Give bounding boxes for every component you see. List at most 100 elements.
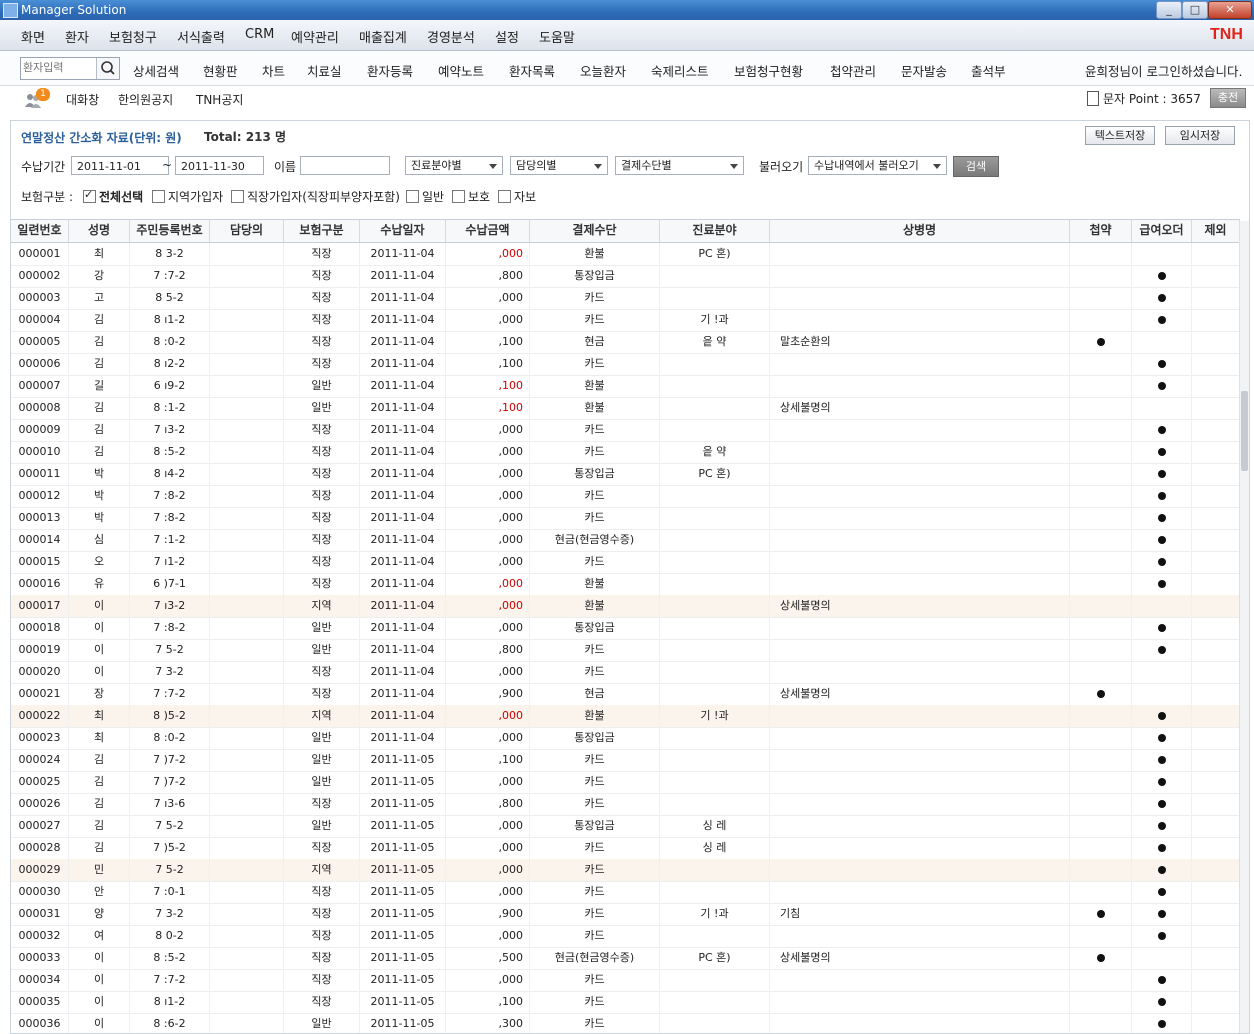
field-dropdown[interactable]: 진료분야별 [405, 156, 503, 175]
select-all-checkbox[interactable] [83, 188, 96, 203]
search-submit-button[interactable]: 검색 [953, 156, 999, 177]
col-insurance[interactable]: 보험구분 [284, 220, 360, 242]
menu-patient[interactable]: 환자 [65, 27, 89, 46]
menu-analysis[interactable]: 경영분석 [427, 27, 475, 46]
protection-checkbox[interactable] [452, 190, 465, 203]
clinic-notice-link[interactable]: 한의원공지 [118, 91, 173, 108]
table-row[interactable]: 000007 길 6 ı9-2 일반 2011-11-04,100 환불 [11, 375, 1240, 398]
col-rrn[interactable]: 주민등록번호 [130, 220, 210, 242]
chat-users-icon[interactable]: 1 [24, 88, 50, 109]
table-row[interactable]: 000036 이 8 :6-2 일반 2011-11-05,300 카드 [11, 1013, 1240, 1033]
minimize-button[interactable]: _ [1156, 1, 1182, 19]
tool-reservation-note[interactable]: 예약노트 [438, 61, 484, 80]
table-row[interactable]: 000020 이 7 3-2 직장 2011-11-04,000 카드 [11, 661, 1240, 684]
menu-crm[interactable]: CRM [245, 27, 274, 42]
general-checkbox[interactable] [406, 190, 419, 203]
load-dropdown[interactable]: 수납내역에서 불러오기 [808, 156, 947, 175]
tool-chart[interactable]: 차트 [262, 61, 285, 80]
table-row[interactable]: 000011 박 8 ı4-2 직장 2011-11-04,000 통장입금 PC 혼) [11, 463, 1240, 486]
table-row[interactable]: 000023 최 8 :0-2 일반 2011-11-04,000 통장입금 [11, 727, 1240, 750]
payment-dropdown[interactable]: 결제수단별 [615, 156, 744, 175]
tool-status-board[interactable]: 현황판 [203, 61, 238, 80]
col-name[interactable]: 성명 [69, 220, 130, 242]
menu-screen[interactable]: 화면 [21, 27, 45, 46]
menu-form-print[interactable]: 서식출력 [177, 27, 225, 46]
tool-patient-register[interactable]: 환자등록 [367, 61, 413, 80]
tool-detail-search[interactable]: 상세검색 [133, 61, 179, 80]
patient-search-input[interactable] [23, 60, 93, 75]
charge-button[interactable]: 충전 [1210, 88, 1246, 108]
tool-herbal-management[interactable]: 첩약관리 [830, 61, 876, 80]
table-row[interactable]: 000014 심 7 :1-2 직장 2011-11-04,000 현금(현금영수증) [11, 529, 1240, 552]
auto-insurance-checkbox[interactable] [498, 190, 511, 203]
menu-settings[interactable]: 설정 [495, 27, 519, 46]
table-row[interactable]: 000028 김 7 )5-2 직장 2011-11-05,000 카드 싱 레 [11, 837, 1240, 860]
table-row[interactable]: 000012 박 7 :8-2 직장 2011-11-04,000 카드 [11, 485, 1240, 508]
temp-save-button[interactable]: 임시저장 [1165, 126, 1235, 145]
table-row[interactable]: 000005 김 8 :0-2 직장 2011-11-04,100 현금 읕 약 말초순환의 [11, 331, 1240, 354]
tool-treatment-room[interactable]: 치료실 [307, 61, 342, 80]
col-field[interactable]: 진료분야 [660, 220, 770, 242]
table-row[interactable]: 000034 이 7 :7-2 직장 2011-11-05,000 카드 [11, 969, 1240, 992]
table-row[interactable]: 000029 민 7 5-2 지역 2011-11-05,000 카드 [11, 859, 1240, 882]
table-row[interactable]: 000022 최 8 )5-2 지역 2011-11-04,000 환불 기 !과 [11, 705, 1240, 728]
tool-claim-status[interactable]: 보험청구현황 [734, 61, 803, 80]
menu-sales[interactable]: 매출집계 [359, 27, 407, 46]
table-row[interactable]: 000006 김 8 ı2-2 직장 2011-11-04,100 카드 [11, 353, 1240, 376]
table-row[interactable]: 000026 김 7 ı3-6 직장 2011-11-05,800 카드 [11, 793, 1240, 816]
col-exclude[interactable]: 제외 [1192, 220, 1240, 242]
tool-attendance[interactable]: 출석부 [971, 61, 1006, 80]
col-serial[interactable]: 일련번호 [11, 220, 69, 242]
menu-insurance-claim[interactable]: 보험청구 [109, 27, 157, 46]
col-doctor[interactable]: 담당의 [210, 220, 284, 242]
table-row[interactable]: 000004 김 8 ı1-2 직장 2011-11-04,000 카드 기 !과 [11, 309, 1240, 332]
tool-today-patients[interactable]: 오늘환자 [580, 61, 626, 80]
table-row[interactable]: 000019 이 7 5-2 일반 2011-11-04,800 카드 [11, 639, 1240, 662]
text-save-button[interactable]: 텍스트저장 [1085, 126, 1155, 145]
tool-homework-list[interactable]: 숙제리스트 [651, 61, 709, 80]
table-row[interactable]: 000015 오 7 ı1-2 직장 2011-11-04,000 카드 [11, 551, 1240, 574]
table-row[interactable]: 000027 김 7 5-2 일반 2011-11-05,000 통장입금 싱 레 [11, 815, 1240, 838]
menu-reservation[interactable]: 예약관리 [291, 27, 339, 46]
table-row[interactable]: 000008 김 8 :1-2 일반 2011-11-04,100 환불 상세불명의 [11, 397, 1240, 420]
scroll-thumb[interactable] [1241, 391, 1248, 471]
workplace-checkbox[interactable] [231, 190, 244, 203]
table-row[interactable]: 000033 이 8 :5-2 직장 2011-11-05,500 현금(현금영수증) PC… [11, 947, 1240, 970]
table-row[interactable]: 000010 김 8 :5-2 직장 2011-11-04,000 카드 읕 약 [11, 441, 1240, 464]
table-row[interactable]: 000021 장 7 :7-2 직장 2011-11-04,900 현금 상세불명의 [11, 683, 1240, 706]
table-row[interactable]: 000030 안 7 :0-1 직장 2011-11-05,000 카드 [11, 881, 1240, 904]
tool-sms-send[interactable]: 문자발송 [901, 61, 947, 80]
date-from-field[interactable]: 2011-11-01 [71, 156, 169, 175]
vertical-scrollbar[interactable] [1239, 221, 1249, 1033]
table-row[interactable]: 000001 최 8 3-2 직장 2011-11-04,000 환불 PC 혼) [11, 243, 1240, 266]
col-amount[interactable]: 수납금액 [446, 220, 530, 242]
col-payment[interactable]: 결제수단 [530, 220, 660, 242]
table-row[interactable]: 000003 고 8 5-2 직장 2011-11-04,000 카드 [11, 287, 1240, 310]
table-row[interactable]: 000025 김 7 )7-2 일반 2011-11-05,000 카드 [11, 771, 1240, 794]
table-row[interactable]: 000016 유 6 )7-1 직장 2011-11-04,000 환불 [11, 573, 1240, 596]
col-herbal[interactable]: 첩약 [1070, 220, 1132, 242]
maximize-button[interactable]: □ [1182, 1, 1208, 19]
table-row[interactable]: 000032 여 8 0-2 직장 2011-11-05,000 카드 [11, 925, 1240, 948]
doctor-dropdown[interactable]: 담당의별 [510, 156, 608, 175]
table-row[interactable]: 000002 강 7 :7-2 직장 2011-11-04,800 통장입금 [11, 265, 1240, 288]
search-button[interactable] [96, 58, 119, 79]
regional-checkbox[interactable] [152, 190, 165, 203]
table-row[interactable]: 000031 양 7 3-2 직장 2011-11-05,900 카드 기 !과 기침 [11, 903, 1240, 926]
col-date[interactable]: 수납일자 [360, 220, 446, 242]
table-row[interactable]: 000017 이 7 ı3-2 지역 2011-11-04,000 환불 상세불명의 [11, 595, 1240, 618]
col-order[interactable]: 급여오더 [1132, 220, 1192, 242]
tnh-notice-link[interactable]: TNH공지 [196, 91, 243, 108]
tool-patient-list[interactable]: 환자목록 [509, 61, 555, 80]
menu-help[interactable]: 도움말 [539, 27, 575, 46]
table-row[interactable]: 000035 이 8 ı1-2 직장 2011-11-05,100 카드 [11, 991, 1240, 1014]
close-button[interactable]: ✕ [1208, 1, 1252, 19]
col-disease[interactable]: 상병명 [770, 220, 1070, 242]
date-to-field[interactable]: 2011-11-30 [175, 156, 264, 175]
name-field[interactable] [300, 156, 390, 175]
table-row[interactable]: 000024 김 7 )7-2 일반 2011-11-05,100 카드 [11, 749, 1240, 772]
table-row[interactable]: 000018 이 7 :8-2 일반 2011-11-04,000 통장입금 [11, 617, 1240, 640]
table-row[interactable]: 000009 김 7 ı3-2 직장 2011-11-04,000 카드 [11, 419, 1240, 442]
table-row[interactable]: 000013 박 7 :8-2 직장 2011-11-04,000 카드 [11, 507, 1240, 530]
chat-window-link[interactable]: 대화창 [66, 91, 99, 108]
